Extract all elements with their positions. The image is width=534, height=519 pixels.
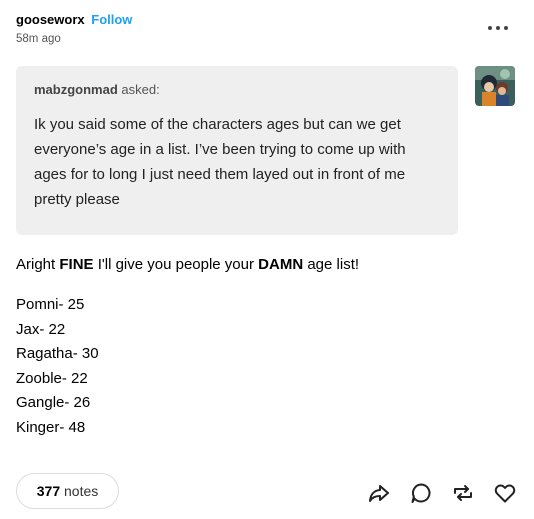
ask-question: Ik you said some of the characters ages … xyxy=(34,116,406,208)
post-timestamp[interactable]: 58m ago xyxy=(16,33,516,45)
more-horizontal-icon[interactable] xyxy=(486,22,510,34)
author-name[interactable]: gooseworx xyxy=(16,12,85,27)
age-list-item: Kinger- 48 xyxy=(16,418,86,436)
ask-box: mabzgonmad asked: Ik you said some of th… xyxy=(16,66,458,235)
answer-body: Aright FINE I'll give you people your DA… xyxy=(16,255,516,440)
avatar-image xyxy=(475,66,515,106)
post-header: gooseworx Follow 58m ago xyxy=(16,12,516,45)
age-list: Pomni- 25 Jax- 22 Ragatha- 30 Zooble- 22… xyxy=(16,293,516,440)
answer-intro-part-3: age list! xyxy=(303,256,360,273)
reply-icon[interactable] xyxy=(409,481,433,505)
like-icon[interactable] xyxy=(493,481,517,505)
notes-count: 377 xyxy=(36,483,61,499)
notes-label: notes xyxy=(64,483,99,499)
age-list-item: Ragatha- 30 xyxy=(16,345,99,362)
share-icon[interactable] xyxy=(367,481,391,505)
answer-intro: Aright FINE I'll give you people your DA… xyxy=(16,255,516,275)
age-list-item: Gangle- 26 xyxy=(16,394,91,411)
author-line: gooseworx Follow xyxy=(16,12,516,28)
asked-label: asked: xyxy=(121,82,160,97)
age-list-item: Jax- 22 xyxy=(16,320,66,338)
age-list-item: Pomni- 25 xyxy=(16,296,85,313)
answer-intro-bold-2: DAMN xyxy=(258,256,304,273)
answer-intro-part-1: Aright xyxy=(16,256,60,273)
ask-header: mabzgonmad asked: xyxy=(34,82,440,97)
answer-intro-part-2: I'll give you people your xyxy=(93,256,259,273)
notes-button[interactable]: 377 notes xyxy=(16,473,119,509)
asker-avatar[interactable] xyxy=(475,66,515,106)
reblog-icon[interactable] xyxy=(451,481,475,505)
asker-name[interactable]: mabzgonmad xyxy=(34,82,118,97)
answer-intro-bold-1: FINE xyxy=(59,256,94,273)
age-list-item: Zooble- 22 xyxy=(16,369,88,387)
post-card: gooseworx Follow 58m ago mabzgonmad aske… xyxy=(0,0,534,519)
follow-button[interactable]: Follow xyxy=(91,12,132,27)
